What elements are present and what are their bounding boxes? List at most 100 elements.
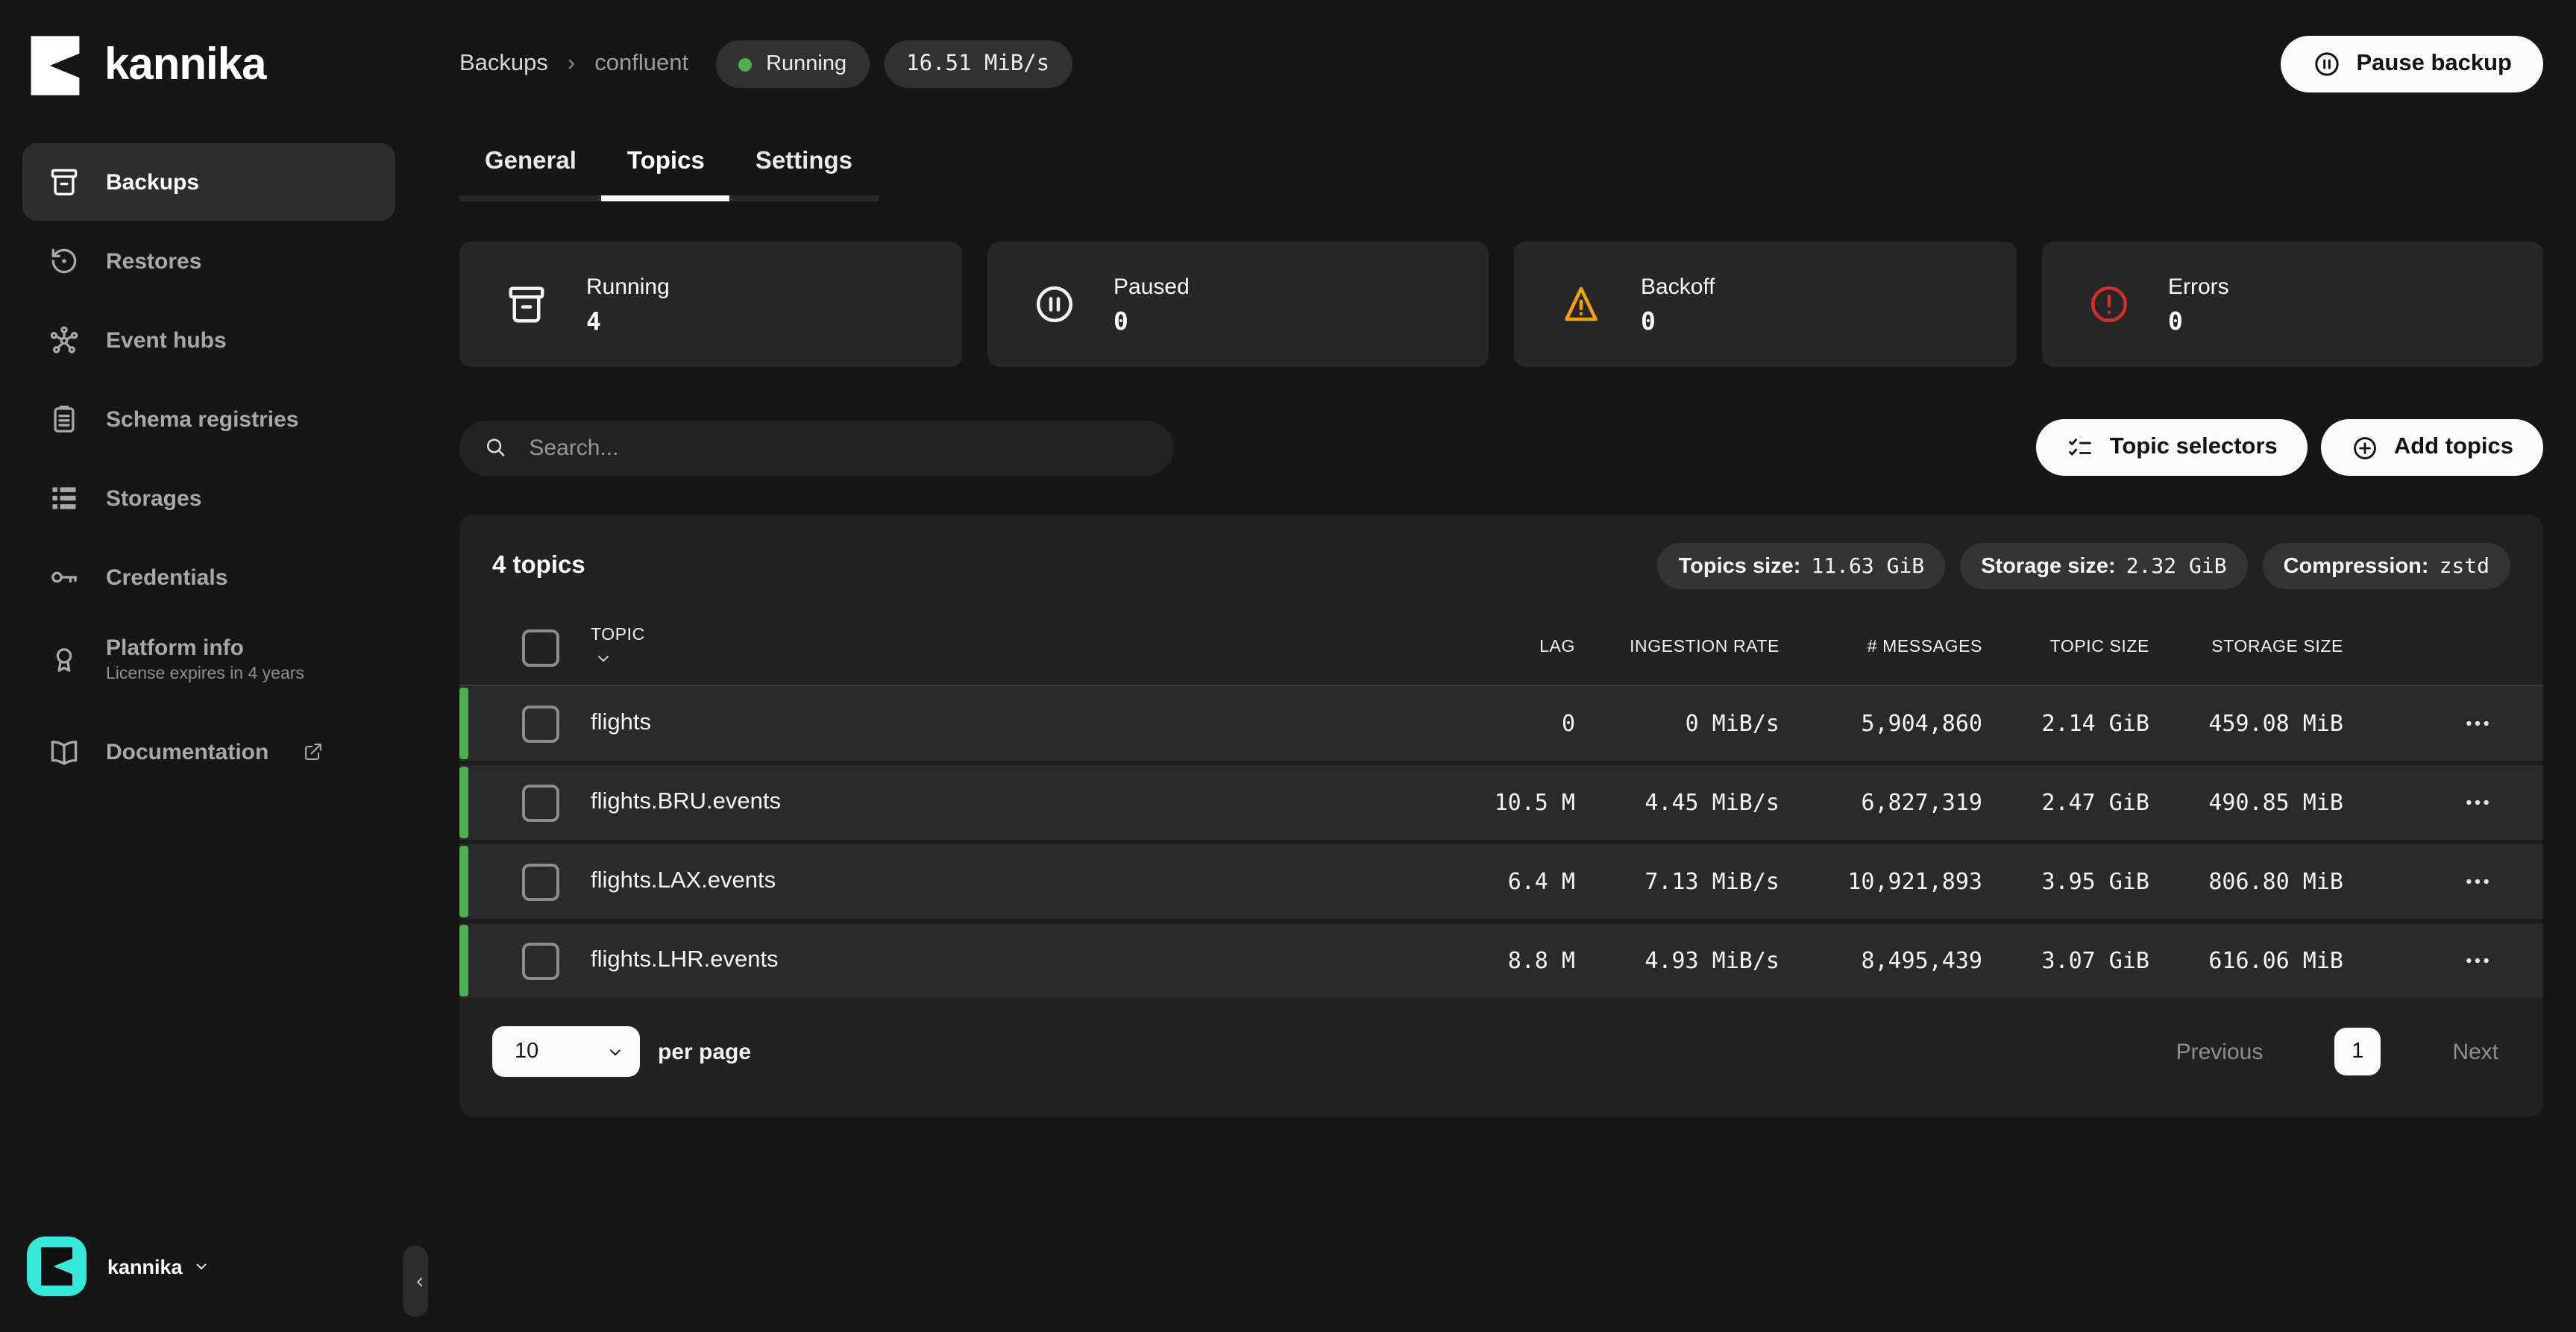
- cell-ingestion-rate: 7.13 MiB/s: [1575, 868, 1779, 895]
- stat-card-paused: Paused 0: [987, 242, 1489, 367]
- storage-stack-icon: [48, 482, 81, 515]
- sidebar-item-label: Documentation: [106, 739, 268, 764]
- add-topics-button[interactable]: Add topics: [2321, 419, 2543, 476]
- status-bar: [459, 846, 468, 917]
- row-menu-button[interactable]: [2457, 940, 2498, 981]
- award-icon: [48, 643, 81, 676]
- table-row: flights.LHR.events 8.8 M 4.93 MiB/s 8,49…: [459, 919, 2543, 998]
- pause-backup-button[interactable]: Pause backup: [2281, 36, 2544, 92]
- list-checks-icon: [2067, 433, 2095, 462]
- breadcrumb: Backups › confluent: [459, 51, 688, 78]
- cell-messages: 5,904,860: [1779, 710, 1982, 737]
- search-input[interactable]: [526, 433, 1150, 462]
- book-open-icon: [48, 735, 81, 768]
- kannika-logo-icon: [28, 33, 82, 98]
- sidebar-item-credentials[interactable]: Credentials: [22, 538, 395, 616]
- brand-name: kannika: [104, 43, 266, 88]
- row-menu-button[interactable]: [2457, 861, 2498, 902]
- column-header-topic[interactable]: TOPIC: [591, 626, 1411, 668]
- column-header-ingestion-rate[interactable]: INGESTION RATE: [1575, 638, 1779, 656]
- row-checkbox[interactable]: [522, 784, 559, 821]
- chevron-down-icon: [193, 1257, 211, 1275]
- sidebar-item-label: Credentials: [106, 565, 227, 590]
- sidebar-item-documentation[interactable]: Documentation: [22, 713, 395, 791]
- column-header-lag[interactable]: LAG: [1411, 638, 1575, 656]
- topics-toolbar: Topic selectors Add topics: [459, 419, 2543, 476]
- row-checkbox[interactable]: [522, 863, 559, 900]
- cell-topic: flights: [591, 710, 1411, 737]
- stat-card-text: Backoff 0: [1641, 274, 1715, 335]
- page-size-select[interactable]: 10: [492, 1026, 640, 1077]
- current-page-button[interactable]: 1: [2334, 1028, 2381, 1075]
- cell-ingestion-rate: 4.45 MiB/s: [1575, 789, 1779, 816]
- per-page-label: per page: [658, 1039, 751, 1064]
- archive-box-icon: [48, 166, 81, 198]
- sidebar-item-label: Event hubs: [106, 327, 227, 353]
- stat-card-running: Running 4: [459, 242, 961, 367]
- cell-topic-size: 3.07 GiB: [1982, 947, 2149, 974]
- sidebar-item-storages[interactable]: Storages: [22, 459, 395, 537]
- select-all-checkbox[interactable]: [522, 629, 559, 666]
- next-page-button[interactable]: Next: [2443, 1037, 2507, 1066]
- cell-messages: 10,921,893: [1779, 868, 1982, 895]
- account-logo: [27, 1237, 87, 1296]
- panel-header: 4 topics Topics size: 11.63 GiB Storage …: [459, 515, 2543, 610]
- pager: Previous 1 Next: [2167, 1028, 2507, 1075]
- account-switcher[interactable]: kannika: [27, 1237, 211, 1296]
- cell-topic: flights.LAX.events: [591, 868, 1411, 895]
- tab-general[interactable]: General: [459, 134, 602, 201]
- table-body: flights 0 0 MiB/s 5,904,860 2.14 GiB 459…: [459, 686, 2543, 998]
- cell-topic-size: 2.14 GiB: [1982, 710, 2149, 737]
- breadcrumb-current: confluent: [594, 51, 688, 78]
- stat-value: 0: [1113, 307, 1190, 335]
- table-row: flights.BRU.events 10.5 M 4.45 MiB/s 6,8…: [459, 761, 2543, 840]
- triangle-alert-icon: [1559, 282, 1603, 327]
- search-box[interactable]: [459, 420, 1174, 475]
- sidebar-item-backups[interactable]: Backups: [22, 143, 395, 221]
- sidebar-item-platform-info[interactable]: Platform info License expires in 4 years: [22, 618, 395, 701]
- cell-lag: 10.5 M: [1411, 789, 1575, 816]
- stat-value: 0: [2168, 307, 2229, 335]
- sidebar-item-label: Platform info: [106, 635, 304, 661]
- row-menu-button[interactable]: [2457, 782, 2498, 823]
- topic-selectors-button[interactable]: Topic selectors: [2037, 419, 2308, 476]
- topics-count: 4 topics: [492, 552, 585, 580]
- cell-messages: 8,495,439: [1779, 947, 1982, 974]
- status-badge: Running: [715, 40, 869, 88]
- toolbar-buttons: Topic selectors Add topics: [2037, 419, 2543, 476]
- sidebar-item-label: Storages: [106, 486, 201, 511]
- account-name-label: kannika: [107, 1255, 183, 1278]
- sidebar-item-label: Schema registries: [106, 406, 299, 432]
- stats-cards: Running 4 Paused 0: [459, 242, 2543, 367]
- topics-size-badge: Topics size: 11.63 GiB: [1658, 543, 1946, 589]
- archive-box-icon: [504, 282, 549, 327]
- cell-storage-size: 616.06 MiB: [2149, 947, 2343, 974]
- sidebar-item-event-hubs[interactable]: Event hubs: [22, 301, 395, 379]
- compression-badge: Compression: zstd: [2263, 543, 2510, 589]
- column-header-topic-size[interactable]: TOPIC SIZE: [1982, 638, 2149, 656]
- row-checkbox[interactable]: [522, 705, 559, 742]
- sidebar-item-label: Restores: [106, 248, 201, 274]
- storage-size-badge: Storage size: 2.32 GiB: [1960, 543, 2247, 589]
- row-menu-button[interactable]: [2457, 703, 2498, 744]
- sidebar-item-schema-registries[interactable]: Schema registries: [22, 380, 395, 458]
- badge-value: 2.32 GiB: [2126, 554, 2227, 578]
- column-header-storage-size[interactable]: STORAGE SIZE: [2149, 638, 2343, 656]
- previous-page-button[interactable]: Previous: [2167, 1037, 2272, 1066]
- stat-value: 4: [586, 307, 670, 335]
- tab-settings[interactable]: Settings: [730, 134, 878, 201]
- page-size-value: 10: [515, 1040, 538, 1064]
- alert-circle-icon: [2086, 282, 2131, 327]
- tab-topics[interactable]: Topics: [602, 134, 730, 201]
- ellipsis-icon: [2463, 788, 2492, 817]
- account-name: kannika: [107, 1255, 211, 1278]
- add-topics-label: Add topics: [2394, 434, 2513, 461]
- sidebar-item-restores[interactable]: Restores: [22, 222, 395, 300]
- stat-label: Paused: [1113, 274, 1190, 299]
- row-checkbox[interactable]: [522, 942, 559, 979]
- status-bar: [459, 688, 468, 759]
- badge-label: Compression:: [2284, 554, 2429, 578]
- column-header-messages[interactable]: # MESSAGES: [1779, 638, 1982, 656]
- breadcrumb-root[interactable]: Backups: [459, 51, 548, 78]
- cell-topic: flights.LHR.events: [591, 947, 1411, 974]
